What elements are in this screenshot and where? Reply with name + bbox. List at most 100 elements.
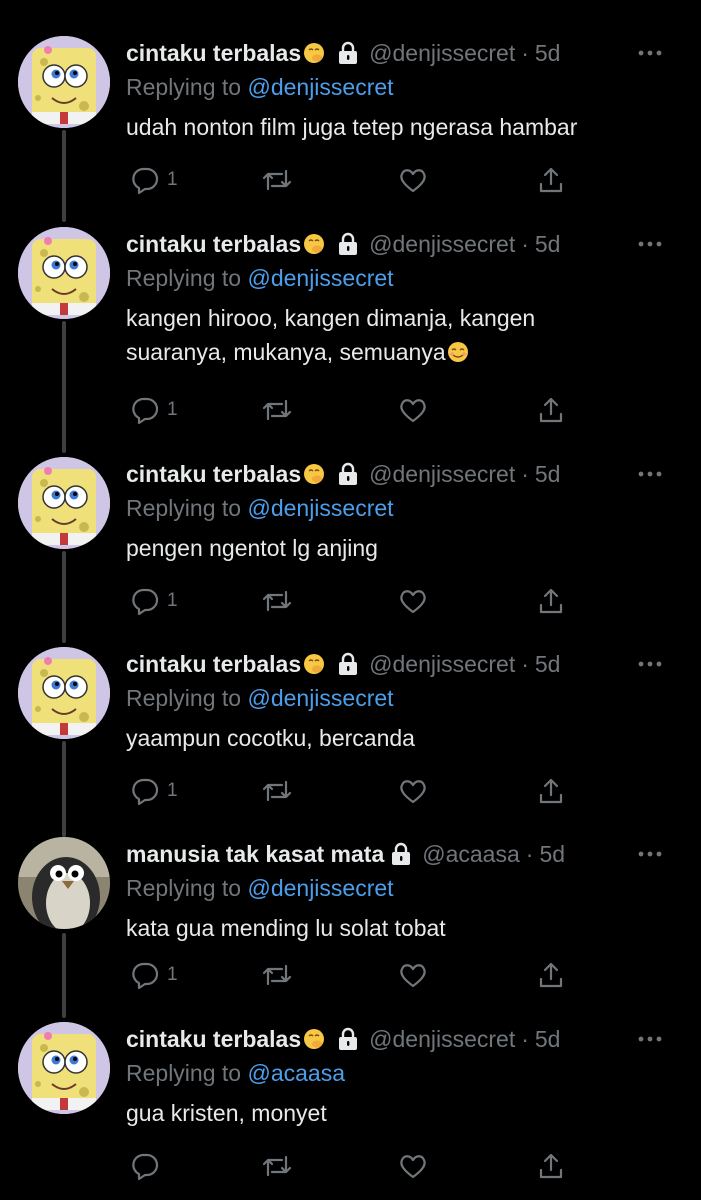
replying-to: Replying to @acaasa	[126, 1056, 671, 1090]
timestamp[interactable]: 5d	[535, 1022, 561, 1056]
avatar[interactable]	[18, 1022, 110, 1114]
display-name[interactable]: cintaku terbalas	[126, 227, 301, 261]
reply-button[interactable]: 1	[130, 775, 178, 807]
retweet-icon	[262, 590, 292, 612]
share-button[interactable]	[536, 394, 566, 426]
tweet[interactable]: manusia tak kasat mata @acaasa · 5d Repl…	[0, 837, 701, 1007]
more-options-icon[interactable]	[637, 237, 663, 251]
more-options-icon[interactable]	[637, 1032, 663, 1046]
lock-icon	[392, 842, 411, 865]
reply-button[interactable]: 1	[130, 164, 178, 196]
more-options-icon[interactable]	[637, 467, 663, 481]
user-handle[interactable]: @denjissecret	[369, 457, 515, 491]
reply-mention-link[interactable]: @denjissecret	[247, 265, 393, 291]
timestamp[interactable]: 5d	[535, 36, 561, 70]
replying-to-label: Replying to	[126, 74, 242, 100]
timestamp[interactable]: 5d	[535, 457, 561, 491]
tweet-actions: 1	[126, 585, 576, 617]
tweet[interactable]: cintaku terbalas @denjissecret · 5d Repl…	[0, 227, 701, 427]
display-name[interactable]: cintaku terbalas	[126, 647, 301, 681]
reply-count: 1	[167, 169, 178, 190]
share-button[interactable]	[536, 1150, 566, 1182]
display-name[interactable]: cintaku terbalas	[126, 1022, 301, 1056]
tweet-header: cintaku terbalas @denjissecret · 5d	[126, 647, 671, 681]
tweet-header: cintaku terbalas @denjissecret · 5d	[126, 227, 671, 261]
lock-icon	[339, 41, 358, 64]
retweet-button[interactable]	[260, 585, 294, 617]
tweet-actions: 1	[126, 959, 576, 991]
lock-icon	[339, 232, 358, 255]
avatar[interactable]	[18, 36, 110, 128]
reply-button[interactable]: 1	[130, 959, 178, 991]
retweet-button[interactable]	[260, 164, 294, 196]
share-button[interactable]	[536, 585, 566, 617]
retweet-button[interactable]	[260, 1150, 294, 1182]
retweet-button[interactable]	[260, 775, 294, 807]
heart-icon	[400, 169, 426, 193]
avatar[interactable]	[18, 837, 110, 929]
like-button[interactable]	[398, 1150, 428, 1182]
avatar[interactable]	[18, 457, 110, 549]
replying-to-label: Replying to	[126, 265, 242, 291]
reply-mention-link[interactable]: @denjissecret	[247, 685, 393, 711]
timestamp[interactable]: 5d	[535, 227, 561, 261]
tweet-header: cintaku terbalas @denjissecret · 5d	[126, 457, 671, 491]
avatar[interactable]	[18, 227, 110, 319]
tweet[interactable]: cintaku terbalas @denjissecret · 5d Repl…	[0, 647, 701, 817]
avatar[interactable]	[18, 647, 110, 739]
spongebob-avatar-icon	[18, 647, 110, 739]
retweet-button[interactable]	[260, 959, 294, 991]
reply-thread: cintaku terbalas @denjissecret · 5d Repl…	[0, 0, 701, 1200]
user-handle[interactable]: @denjissecret	[369, 647, 515, 681]
share-button[interactable]	[536, 164, 566, 196]
tweet[interactable]: cintaku terbalas @denjissecret · 5d Repl…	[0, 457, 701, 627]
user-handle[interactable]: @denjissecret	[369, 227, 515, 261]
more-options-icon[interactable]	[637, 46, 663, 60]
reply-mention-link[interactable]: @denjissecret	[247, 495, 393, 521]
more-options-icon[interactable]	[637, 657, 663, 671]
heart-icon	[400, 964, 426, 988]
tweet-text: kangen hirooo, kangen dimanja, kangen su…	[126, 301, 671, 369]
reply-button[interactable]	[130, 1150, 167, 1182]
user-handle[interactable]: @denjissecret	[369, 36, 515, 70]
user-handle[interactable]: @denjissecret	[369, 1022, 515, 1056]
timestamp[interactable]: 5d	[535, 647, 561, 681]
reply-mention-link[interactable]: @acaasa	[247, 1060, 345, 1086]
reply-mention-link[interactable]: @denjissecret	[247, 74, 393, 100]
tweet-text: pengen ngentot lg anjing	[126, 535, 378, 561]
face-with-hand-over-mouth-emoji-icon	[304, 464, 325, 484]
spongebob-avatar-icon	[18, 457, 110, 549]
like-button[interactable]	[398, 775, 428, 807]
tweet[interactable]: cintaku terbalas @denjissecret · 5d Repl…	[0, 36, 701, 206]
like-button[interactable]	[398, 394, 428, 426]
like-button[interactable]	[398, 959, 428, 991]
reply-icon	[132, 1153, 159, 1181]
tweet-actions: 1	[126, 164, 576, 196]
tweet[interactable]: cintaku terbalas @denjissecret · 5d Repl…	[0, 1022, 701, 1192]
tweet-text: yaampun cocotku, bercanda	[126, 725, 415, 751]
heart-icon	[400, 780, 426, 804]
separator-dot: ·	[525, 841, 534, 867]
tweet-header: cintaku terbalas @denjissecret · 5d	[126, 36, 671, 70]
reply-button[interactable]: 1	[130, 394, 178, 426]
display-name[interactable]: manusia tak kasat mata	[126, 837, 384, 871]
display-name[interactable]: cintaku terbalas	[126, 36, 301, 70]
share-button[interactable]	[536, 775, 566, 807]
user-handle[interactable]: @acaasa	[422, 837, 520, 871]
tweet-actions	[126, 1150, 576, 1182]
retweet-icon	[262, 780, 292, 802]
timestamp[interactable]: 5d	[539, 837, 565, 871]
spongebob-avatar-icon	[18, 227, 110, 319]
like-button[interactable]	[398, 164, 428, 196]
separator-dot: ·	[521, 461, 529, 487]
display-name[interactable]: cintaku terbalas	[126, 457, 301, 491]
reply-mention-link[interactable]: @denjissecret	[247, 875, 393, 901]
like-button[interactable]	[398, 585, 428, 617]
more-options-icon[interactable]	[637, 847, 663, 861]
reply-icon	[132, 778, 159, 806]
share-button[interactable]	[536, 959, 566, 991]
share-icon	[539, 167, 563, 193]
retweet-button[interactable]	[260, 394, 294, 426]
spongebob-avatar-icon	[18, 36, 110, 128]
reply-button[interactable]: 1	[130, 585, 178, 617]
